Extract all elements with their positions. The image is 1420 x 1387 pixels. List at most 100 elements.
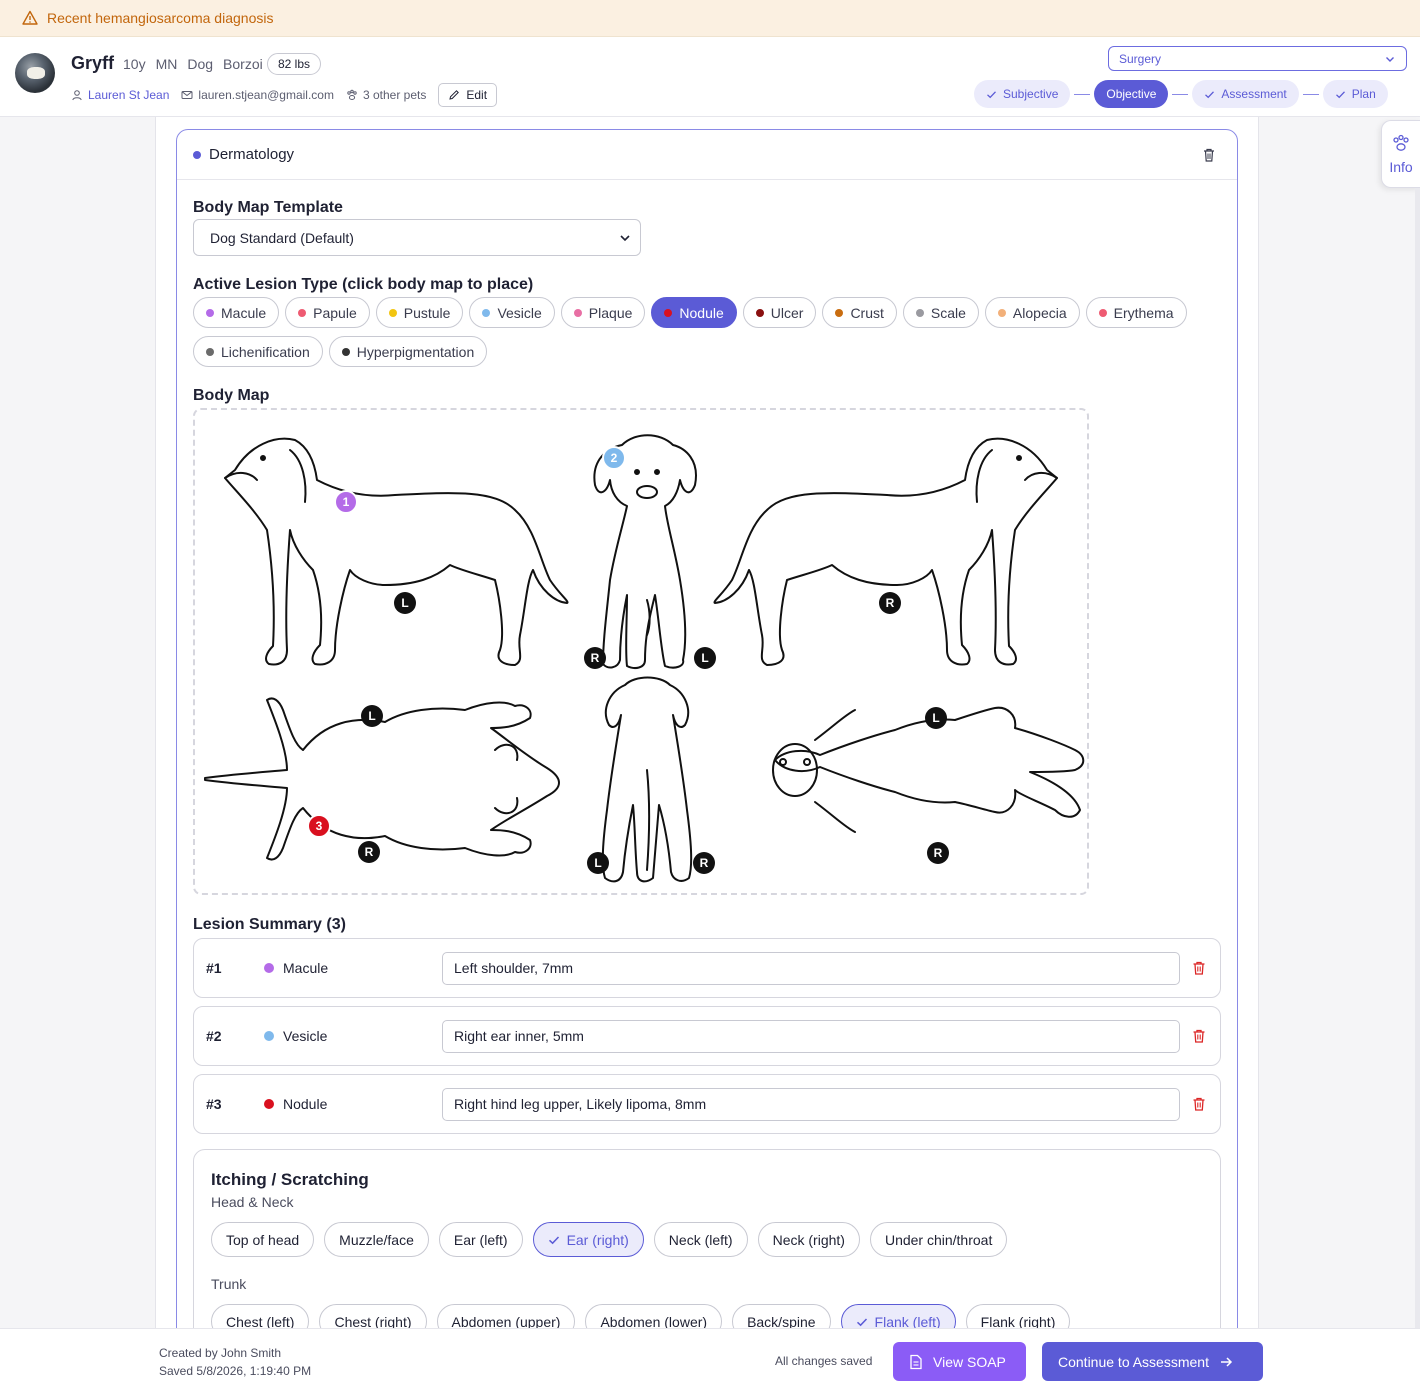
owner-link[interactable]: Lauren St Jean bbox=[71, 88, 169, 102]
chip-label: Erythema bbox=[1113, 304, 1174, 321]
option-top-of-head[interactable]: Top of head bbox=[211, 1222, 315, 1257]
chevron-down-icon bbox=[1386, 57, 1394, 62]
check-icon bbox=[987, 90, 996, 98]
other-pets-link[interactable]: 3 other pets bbox=[346, 88, 426, 102]
step-objective[interactable]: Objective bbox=[1094, 80, 1169, 108]
dog-front-view bbox=[593, 434, 697, 669]
edit-button[interactable]: Edit bbox=[438, 83, 498, 107]
chip-label: Alopecia bbox=[1012, 304, 1067, 321]
option-muzzle-face[interactable]: Muzzle/face bbox=[324, 1222, 429, 1257]
department-select[interactable]: Surgery bbox=[1108, 46, 1407, 71]
option-label: Ear (right) bbox=[566, 1231, 629, 1248]
chip-crust[interactable]: Crust bbox=[822, 297, 897, 328]
dog-body-diagram[interactable]: L R L R L R L R L R 1 2 3 bbox=[195, 410, 1087, 893]
color-dot bbox=[482, 308, 491, 317]
template-select[interactable]: Dog Standard (Default) bbox=[193, 219, 641, 256]
avatar[interactable] bbox=[15, 53, 55, 93]
trash-icon[interactable] bbox=[1192, 1096, 1206, 1112]
scrollbar-track[interactable] bbox=[1415, 188, 1420, 1328]
step-label: Assessment bbox=[1221, 87, 1287, 101]
lesion-pins: 1 2 3 bbox=[307, 446, 626, 838]
alert-text: Recent hemangiosarcoma diagnosis bbox=[47, 10, 274, 26]
chip-label: Scale bbox=[930, 304, 966, 321]
trash-icon[interactable] bbox=[1192, 1028, 1206, 1044]
body-map-label: Body Map bbox=[193, 387, 270, 404]
chip-nodule[interactable]: Nodule bbox=[651, 297, 737, 328]
chip-label: Macule bbox=[221, 304, 267, 321]
info-side-tab[interactable]: Info bbox=[1381, 120, 1420, 188]
chip-ulcer[interactable]: Ulcer bbox=[742, 297, 817, 328]
chip-lichenification[interactable]: Lichenification bbox=[193, 336, 323, 367]
lesion-number: #2 bbox=[206, 1028, 222, 1044]
color-dot bbox=[915, 308, 924, 317]
chip-macule[interactable]: Macule bbox=[193, 297, 280, 328]
patient-contact-row: Lauren St Jean lauren.stjean@gmail.com 3… bbox=[71, 83, 498, 107]
option-under-chin-throat[interactable]: Under chin/throat bbox=[869, 1222, 1008, 1257]
chip-alopecia[interactable]: Alopecia bbox=[984, 297, 1080, 328]
color-dot bbox=[664, 308, 673, 317]
lesion-type-label: Vesicle bbox=[283, 1028, 328, 1044]
option-ear-left[interactable]: Ear (left) bbox=[438, 1222, 523, 1257]
chip-papule[interactable]: Papule bbox=[285, 297, 370, 328]
lesion-type: Macule bbox=[264, 960, 328, 976]
lesion-type: Vesicle bbox=[264, 1028, 327, 1044]
option-ear-right[interactable]: Ear (right) bbox=[532, 1222, 644, 1257]
pencil-icon bbox=[449, 90, 460, 100]
lesion-note-input[interactable]: Right ear inner, 5mm bbox=[442, 1019, 1180, 1053]
option-neck-left[interactable]: Neck (left) bbox=[653, 1222, 748, 1257]
step-plan[interactable]: Plan bbox=[1322, 80, 1388, 108]
lesion-note-input[interactable]: Right hind leg upper, Likely lipoma, 8mm bbox=[442, 1087, 1180, 1121]
saved-at: Saved 5/8/2026, 1:19:40 PM bbox=[159, 1364, 312, 1378]
side-marker-right: R bbox=[591, 651, 600, 665]
color-dot bbox=[835, 308, 844, 317]
lesion-number: #1 bbox=[206, 960, 222, 976]
chip-erythema[interactable]: Erythema bbox=[1085, 297, 1187, 328]
chip-scale[interactable]: Scale bbox=[902, 297, 979, 328]
chip-vesicle[interactable]: Vesicle bbox=[469, 297, 555, 328]
group-label: Head & Neck bbox=[211, 1194, 294, 1210]
color-dot bbox=[206, 347, 214, 356]
step-connector bbox=[1172, 93, 1189, 95]
trash-icon[interactable] bbox=[1201, 147, 1217, 163]
side-marker-right: R bbox=[700, 856, 709, 870]
step-assessment[interactable]: Assessment bbox=[1192, 80, 1299, 108]
lesion-type: Nodule bbox=[264, 1096, 327, 1112]
alert-banner: Recent hemangiosarcoma diagnosis bbox=[0, 0, 1420, 37]
patient-age: 10y bbox=[123, 56, 146, 72]
lesion-type-label: Nodule bbox=[283, 1096, 328, 1112]
option-label: Neck (right) bbox=[772, 1231, 845, 1248]
chevron-down-icon bbox=[620, 235, 630, 242]
trash-icon[interactable] bbox=[1192, 960, 1206, 976]
patient-meta: 10y MN Dog Borzoi bbox=[123, 56, 263, 72]
lesion-note-input[interactable]: Left shoulder, 7mm bbox=[442, 951, 1180, 985]
continue-button[interactable]: Continue to Assessment bbox=[1042, 1342, 1263, 1381]
other-pets-text: 3 other pets bbox=[362, 88, 427, 102]
save-status: All changes saved bbox=[775, 1354, 873, 1368]
view-soap-label: View SOAP bbox=[933, 1353, 1006, 1370]
footer-bar: Created by John Smith Saved 5/8/2026, 1:… bbox=[0, 1328, 1420, 1387]
check-icon bbox=[1335, 90, 1345, 98]
chip-label: Plaque bbox=[588, 304, 633, 321]
chip-pustule[interactable]: Pustule bbox=[375, 297, 464, 328]
lesion-pin-2-label: 2 bbox=[611, 451, 618, 465]
chip-plaque[interactable]: Plaque bbox=[560, 297, 646, 328]
mail-icon bbox=[181, 91, 193, 99]
side-marker-right: R bbox=[934, 846, 943, 860]
person-icon bbox=[72, 90, 82, 101]
option-label: Ear (left) bbox=[453, 1231, 508, 1248]
head-neck-options: Top of head Muzzle/face Ear (left) Ear (… bbox=[211, 1222, 1008, 1257]
email-link[interactable]: lauren.stjean@gmail.com bbox=[181, 88, 334, 102]
lesion-note-value: Right ear inner, 5mm bbox=[454, 1028, 584, 1044]
step-subjective[interactable]: Subjective bbox=[974, 80, 1071, 108]
dog-left-lateral bbox=[224, 437, 569, 666]
lesion-note-value: Left shoulder, 7mm bbox=[454, 960, 574, 976]
dog-rear-view bbox=[601, 676, 693, 883]
view-soap-button[interactable]: View SOAP bbox=[893, 1342, 1026, 1381]
color-dot bbox=[997, 308, 1006, 317]
paw-icon bbox=[1393, 134, 1409, 151]
option-neck-right[interactable]: Neck (right) bbox=[757, 1222, 860, 1257]
chip-hyperpigmentation[interactable]: Hyperpigmentation bbox=[328, 336, 488, 367]
color-dot bbox=[264, 963, 274, 973]
body-map-canvas[interactable]: L R L R L R L R L R 1 2 3 bbox=[193, 408, 1089, 895]
color-dot bbox=[1098, 308, 1107, 317]
